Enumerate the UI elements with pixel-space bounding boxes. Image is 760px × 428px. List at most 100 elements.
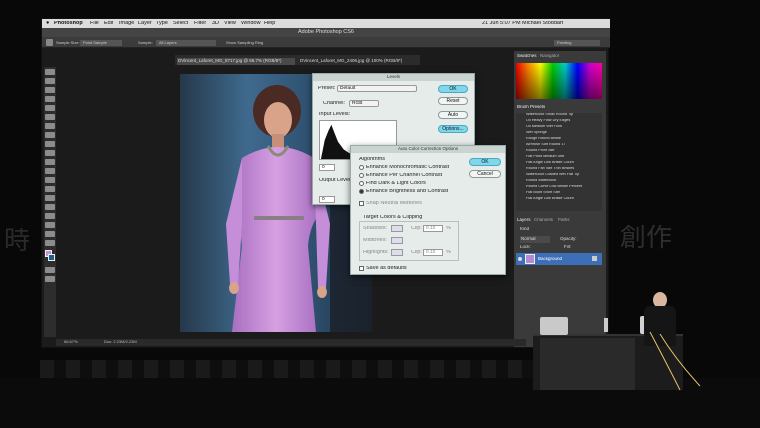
swatches-tab[interactable]: Swatches [517,54,537,59]
dodge-tool-icon[interactable] [45,186,55,192]
channel-select[interactable]: RGB [349,100,379,107]
autocolor-title: Auto Color Correction Options [351,146,505,153]
menu-edit[interactable]: Edit [104,21,113,27]
input-levels-label: Input Levels: [319,112,351,117]
opacity-label: Opacity: [560,237,577,241]
menu-layer[interactable]: Layer [138,21,152,27]
brush-item[interactable]: Flat Angle Low Bristle Count [516,197,602,203]
menu-app[interactable]: Photoshop [54,21,83,27]
menu-file[interactable]: File [90,21,99,27]
eye-icon[interactable] [518,257,522,261]
menubar-status: 21 Jun 5:07 PM Michael Stoddart [482,21,564,26]
save-default-label: Save as defaults [366,266,407,271]
algo-perchannel-radio[interactable] [359,173,364,178]
screen-mode-icon[interactable] [45,276,55,282]
auto-color-dialog: Auto Color Correction Options Algorithms… [350,145,506,275]
preset-select[interactable]: Default [337,85,417,92]
navigator-tab[interactable]: Navigator [540,54,559,59]
background-layer-row[interactable]: Background [516,253,602,265]
shadows-clip-field[interactable]: 0.10 [423,225,443,232]
menu-select[interactable]: Select [173,21,188,27]
highlights-clip-field[interactable]: 0.10 [423,249,443,256]
path-select-tool-icon[interactable] [45,213,55,219]
levels-ok-button[interactable]: OK [438,85,468,93]
menu-3d[interactable]: 3D [212,21,219,27]
channel-label: Channel: [323,101,346,106]
paths-tab[interactable]: Paths [558,218,570,223]
output-min-field[interactable]: 0 [319,196,335,203]
menu-help[interactable]: Help [264,21,275,27]
brush-tool-icon[interactable] [45,132,55,138]
zoom-level[interactable]: 66.67% [64,340,78,344]
levels-auto-button[interactable]: Auto [438,111,468,119]
crop-tool-icon[interactable] [45,105,55,111]
algo-mono-radio[interactable] [359,165,364,170]
channels-tab[interactable]: Channels [534,218,553,223]
doc-tab-1[interactable]: DVincent_Laforet_MG_8717.jpg @ 66.7% (RG… [177,58,295,65]
autocolor-ok-button[interactable]: OK [469,158,501,166]
lock-icon [592,256,597,261]
snap-neutral-checkbox[interactable] [359,201,364,206]
layers-tab[interactable]: Layers [517,218,531,223]
autocolor-cancel-button[interactable]: Cancel [469,170,501,178]
levels-reset-button[interactable]: Reset [438,97,468,105]
brush-presets-list: Watercolor Small Round Tip Oil Heavy Flo… [516,113,602,211]
sample-select[interactable]: All Layers [156,40,216,46]
menu-image[interactable]: Image [119,21,134,27]
type-tool-icon[interactable] [45,204,55,210]
levels-options-button[interactable]: Options... [438,125,468,133]
apple-icon[interactable]: ● [46,21,49,27]
algorithms-label: Algorithms [359,157,385,162]
lock-label: Lock: [520,245,531,249]
background-color-swatch[interactable] [48,254,55,261]
blur-tool-icon[interactable] [45,177,55,183]
brush-presets-title: Brush Presets [517,105,546,109]
eyedropper-icon[interactable] [46,39,53,46]
algo-mono-label: Enhance Monochromatic Contrast [366,165,450,170]
eraser-tool-icon[interactable] [45,159,55,165]
midtones-swatch[interactable] [391,237,403,244]
backdrop-right-chars: 創作 [620,225,673,251]
shape-tool-icon[interactable] [45,222,55,228]
tools-panel [44,67,56,337]
menu-filter[interactable]: Filter [194,21,206,27]
blend-mode-select[interactable]: Normal [520,236,550,243]
gradient-tool-icon[interactable] [45,168,55,174]
stamp-tool-icon[interactable] [45,141,55,147]
highlights-clip-label: Clip: [411,250,423,255]
input-min-field[interactable]: 0 [319,164,335,171]
algo-darklight-radio[interactable] [359,181,364,186]
stage-lights-strip [40,360,610,378]
workspace-select[interactable]: Painting [554,40,600,46]
menu-window[interactable]: Window [241,21,261,27]
face [264,102,292,138]
menu-type[interactable]: Type [156,21,168,27]
shadows-swatch[interactable] [391,225,403,232]
move-tool-icon[interactable] [45,69,55,75]
history-brush-tool-icon[interactable] [45,150,55,156]
shadows-pct: % [446,226,451,231]
marquee-tool-icon[interactable] [45,78,55,84]
sample-size-select[interactable]: Point Sample [80,40,122,46]
algo-brightness-radio[interactable] [359,189,364,194]
bottle [604,318,608,332]
quick-mask-icon[interactable] [45,267,55,273]
zoom-tool-icon[interactable] [45,240,55,246]
mac-menubar: ● Photoshop File Edit Image Layer Type S… [42,19,610,28]
eyedropper-tool-icon[interactable] [45,114,55,120]
algo-darklight-label: Find Dark & Light Colors [366,181,426,186]
lasso-tool-icon[interactable] [45,87,55,93]
doc-tab-2[interactable]: DVincent_Laforet_MG_2406.jpg @ 100% (RGB… [299,58,417,65]
right-panels: Swatches Navigator Brush Presets Waterco… [514,51,606,347]
shadows-label: Shadows: [363,226,388,231]
save-default-checkbox[interactable] [359,266,364,271]
pen-tool-icon[interactable] [45,195,55,201]
show-ring-checkbox[interactable]: Show Sampling Ring [226,41,263,45]
highlights-swatch[interactable] [391,249,403,256]
healing-tool-icon[interactable] [45,123,55,129]
hand-tool-icon[interactable] [45,231,55,237]
quick-select-tool-icon[interactable] [45,96,55,102]
stage: 時 創作 ● Photoshop File Edit Image Layer T… [0,0,760,428]
kind-filter[interactable]: Kind [520,227,529,232]
menu-view[interactable]: View [224,21,236,27]
